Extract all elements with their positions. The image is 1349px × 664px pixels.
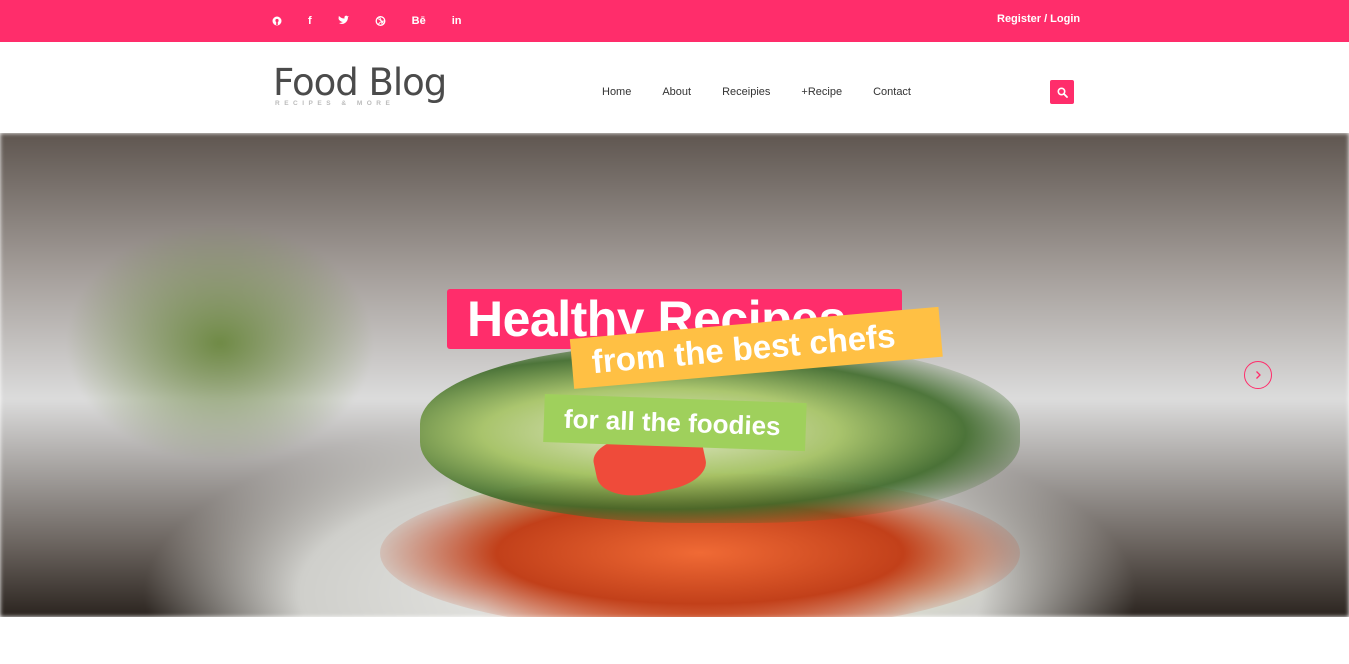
logo-title: Food Blog [273,61,447,104]
register-login-link[interactable]: Register / Login [997,13,1080,25]
facebook-icon[interactable]: f [308,13,312,29]
search-icon [1056,86,1068,98]
nav-home[interactable]: Home [602,86,631,98]
pinterest-icon[interactable] [272,13,282,29]
nav-receipies[interactable]: Receipies [722,86,770,98]
hero-slider: Healthy Recipes from the best chefs for … [0,133,1349,617]
site-logo[interactable]: Food Blog RECIPES & MORE [273,61,447,108]
linkedin-icon[interactable]: in [452,13,462,29]
social-links: f Bē in [272,13,488,29]
slider-next-button[interactable] [1244,361,1272,389]
behance-icon[interactable]: Bē [412,13,426,29]
twitter-icon[interactable] [337,13,349,29]
nav-about[interactable]: About [662,86,691,98]
dribbble-icon[interactable] [375,13,386,29]
top-bar: f Bē in Register / Login [0,0,1349,42]
search-button[interactable] [1050,80,1074,104]
hero-tagline: for all the foodies [543,394,807,452]
nav-contact[interactable]: Contact [873,86,911,98]
main-nav: Home About Receipies +Recipe Contact [602,86,942,98]
chevron-right-icon [1256,371,1261,379]
site-header: Food Blog RECIPES & MORE Home About Rece… [0,42,1349,133]
nav-add-recipe[interactable]: +Recipe [801,86,842,98]
